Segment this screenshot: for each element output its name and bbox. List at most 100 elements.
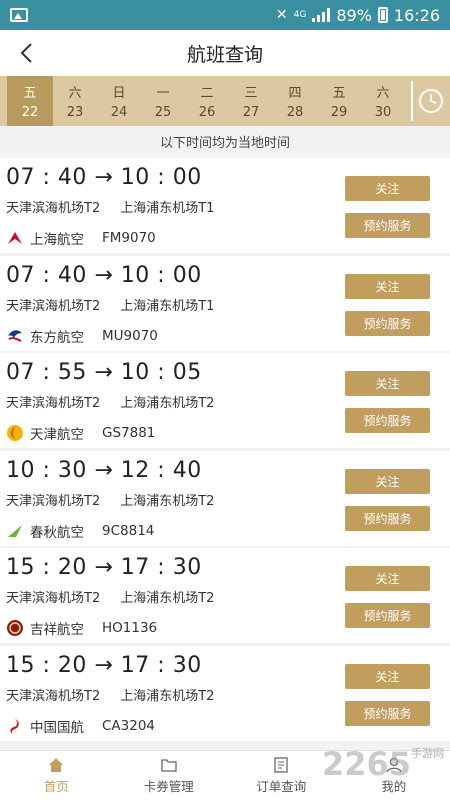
flight-card[interactable]: 07 : 40 → 10 : 00 天津滨海机场T2 上海浦东机场T1 东方航空… (0, 255, 450, 351)
tab-label: 订单查询 (256, 779, 307, 794)
flight-number: FM9070 (102, 230, 156, 246)
flight-number: MU9070 (102, 327, 158, 344)
app-header: 航班查询 (0, 30, 450, 76)
departure-airport: 天津滨海机场T2 (6, 493, 101, 509)
time-filter-button[interactable] (413, 76, 449, 126)
book-service-button[interactable]: 预约服务 (345, 310, 430, 336)
arrival-airport: 上海浦东机场T2 (120, 688, 215, 704)
book-service-button[interactable]: 预约服务 (345, 700, 430, 726)
date-item[interactable]: 三 27 (229, 76, 273, 126)
follow-button[interactable]: 关注 (345, 371, 430, 396)
date-item[interactable]: 六 23 (53, 76, 97, 126)
book-service-button[interactable]: 预约服务 (345, 408, 430, 433)
departure-airport: 天津滨海机场T2 (6, 396, 101, 411)
tab-home[interactable]: 首页 (0, 751, 113, 800)
date-day: 25 (154, 105, 172, 120)
flight-number: 9C8814 (102, 522, 155, 539)
flight-card[interactable]: 10 : 30 → 12 : 40 天津滨海机场T2 上海浦东机场T2 春秋航空… (0, 450, 450, 546)
follow-button[interactable]: 关注 (345, 176, 430, 201)
status-bar: ✕ 4G 89% 16:26 (0, 0, 450, 30)
air-china-logo-icon (6, 717, 24, 735)
status-icons: ✕ 4G 89% 16:26 (276, 6, 440, 25)
flight-airports: 天津滨海机场T2 上海浦东机场T2 (6, 685, 214, 704)
tab-folder[interactable]: 卡券管理 (113, 751, 226, 800)
date-day: 26 (198, 105, 216, 120)
date-item[interactable]: 五 22 (7, 76, 53, 126)
flight-airports: 天津滨海机场T2 上海浦东机场T1 (6, 197, 214, 216)
watermark-number: 2265 (321, 745, 411, 783)
date-item[interactable]: 一 25 (141, 76, 185, 126)
flight-times: 10 : 30 → 12 : 40 (6, 457, 202, 483)
date-weekday: 五 (23, 86, 37, 101)
airline-name: 春秋航空 (30, 524, 84, 541)
arrival-airport: 上海浦东机场T2 (120, 396, 215, 411)
book-service-button[interactable]: 预约服务 (345, 603, 430, 628)
departure-airport: 天津滨海机场T2 (6, 201, 101, 216)
battery-icon (377, 7, 388, 23)
watermark-text: 手游网 (411, 747, 444, 760)
date-weekday: 日 (112, 86, 126, 101)
flight-number: CA3204 (102, 717, 156, 734)
date-item[interactable]: 四 28 (273, 76, 317, 126)
local-time-notice: 以下时间均为当地时间 (0, 126, 450, 156)
book-service-button[interactable]: 预约服务 (345, 505, 430, 531)
flight-airports: 天津滨海机场T2 上海浦东机场T1 (6, 295, 214, 314)
airline-name: 中国国航 (30, 719, 84, 736)
flight-card[interactable]: 07 : 55 → 10 : 05 天津滨海机场T2 上海浦东机场T2 天津航空… (0, 353, 450, 448)
date-day: 29 (330, 105, 348, 120)
date-item[interactable]: 二 26 (185, 76, 229, 126)
arrival-airport: 上海浦东机场T2 (120, 493, 215, 509)
date-weekday: 二 (200, 86, 214, 101)
date-day: 24 (110, 105, 128, 120)
airline-name: 东方航空 (30, 329, 84, 346)
battery-percent: 89% (336, 5, 372, 25)
airline-info: 春秋航空 9C8814 (6, 521, 154, 541)
network-label: 4G (293, 9, 307, 20)
airline-info: 中国国航 CA3204 (6, 716, 155, 736)
tab-order[interactable]: 订单查询 (225, 751, 338, 800)
airline-info: 天津航空 GS7881 (6, 423, 155, 443)
flight-times: 07 : 40 → 10 : 00 (6, 165, 202, 190)
flight-card[interactable]: 15 : 20 → 17 : 30 天津滨海机场T2 上海浦东机场T2 中国国航… (0, 645, 450, 741)
page-title: 航班查询 (186, 43, 263, 66)
departure-airport: 天津滨海机场T2 (6, 591, 101, 606)
airline-info: 吉祥航空 HO1136 (6, 618, 157, 638)
back-arrow-icon[interactable] (18, 42, 36, 64)
follow-button[interactable]: 关注 (345, 468, 430, 494)
folder-icon (160, 756, 178, 774)
date-weekday: 三 (244, 86, 258, 101)
book-service-button[interactable]: 预约服务 (345, 213, 430, 238)
follow-button[interactable]: 关注 (345, 273, 430, 299)
date-weekday: 五 (332, 86, 346, 101)
date-item[interactable]: 五 29 (317, 76, 361, 126)
order-icon (272, 756, 290, 774)
shanghai-airlines-logo-icon (6, 229, 24, 247)
flight-number: HO1136 (102, 620, 158, 636)
date-day: 23 (66, 105, 84, 120)
flight-times: 07 : 40 → 10 : 00 (6, 262, 202, 288)
departure-airport: 天津滨海机场T2 (6, 298, 101, 314)
date-weekday: 六 (376, 86, 390, 101)
follow-button[interactable]: 关注 (345, 566, 430, 591)
spring-airlines-logo-icon (6, 522, 24, 540)
date-item[interactable]: 六 30 (361, 76, 405, 126)
flight-airports: 天津滨海机场T2 上海浦东机场T2 (6, 490, 214, 509)
arrival-airport: 上海浦东机场T2 (120, 591, 215, 606)
flight-times: 15 : 20 → 17 : 30 (6, 652, 202, 678)
flight-number: GS7881 (102, 425, 156, 441)
tab-label: 首页 (43, 779, 69, 794)
date-day: 27 (242, 105, 260, 120)
airline-info: 东方航空 MU9070 (6, 326, 158, 346)
flight-times: 07 : 55 → 10 : 05 (6, 360, 202, 385)
flight-card[interactable]: 15 : 20 → 17 : 30 天津滨海机场T2 上海浦东机场T2 吉祥航空… (0, 548, 450, 643)
date-weekday: 一 (156, 86, 170, 101)
mute-icon: ✕ (275, 7, 288, 23)
flight-card[interactable]: 07 : 40 → 10 : 00 天津滨海机场T2 上海浦东机场T1 上海航空… (0, 158, 450, 253)
flight-airports: 天津滨海机场T2 上海浦东机场T2 (6, 587, 214, 606)
airline-name: 吉祥航空 (30, 622, 84, 638)
date-selector: 五 22 六 23 日 24 一 25 二 26 三 27 四 28 五 29 六 30 (0, 76, 450, 126)
arrival-airport: 上海浦东机场T1 (120, 298, 215, 314)
date-item[interactable]: 日 24 (97, 76, 141, 126)
tab-label: 卡券管理 (143, 779, 194, 794)
follow-button[interactable]: 关注 (345, 663, 430, 689)
